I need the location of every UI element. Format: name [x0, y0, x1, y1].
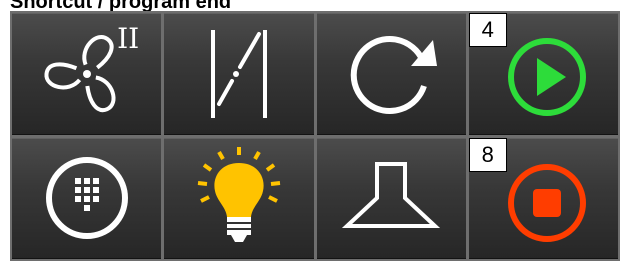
fan-level-label: II: [117, 22, 140, 55]
start-button[interactable]: 4: [468, 13, 618, 135]
stop-number-badge: 8: [468, 137, 507, 172]
hood-button[interactable]: [316, 137, 466, 259]
repeat-icon: [350, 35, 438, 114]
fan-button[interactable]: II: [12, 13, 162, 135]
keypad-icon: [45, 157, 128, 240]
hood-icon: [342, 162, 441, 229]
light-bulb-icon: [197, 147, 281, 243]
start-number-badge: 4: [468, 13, 507, 47]
stop-icon: [508, 164, 587, 243]
stop-button[interactable]: 8: [468, 137, 618, 259]
play-icon: [508, 37, 587, 116]
door-icon: [210, 29, 267, 118]
door-button[interactable]: [164, 13, 314, 135]
shortcut-grid: II 4 8: [10, 11, 620, 261]
repeat-button[interactable]: [316, 13, 466, 135]
keypad-button[interactable]: [12, 137, 162, 259]
light-button[interactable]: [164, 137, 314, 259]
